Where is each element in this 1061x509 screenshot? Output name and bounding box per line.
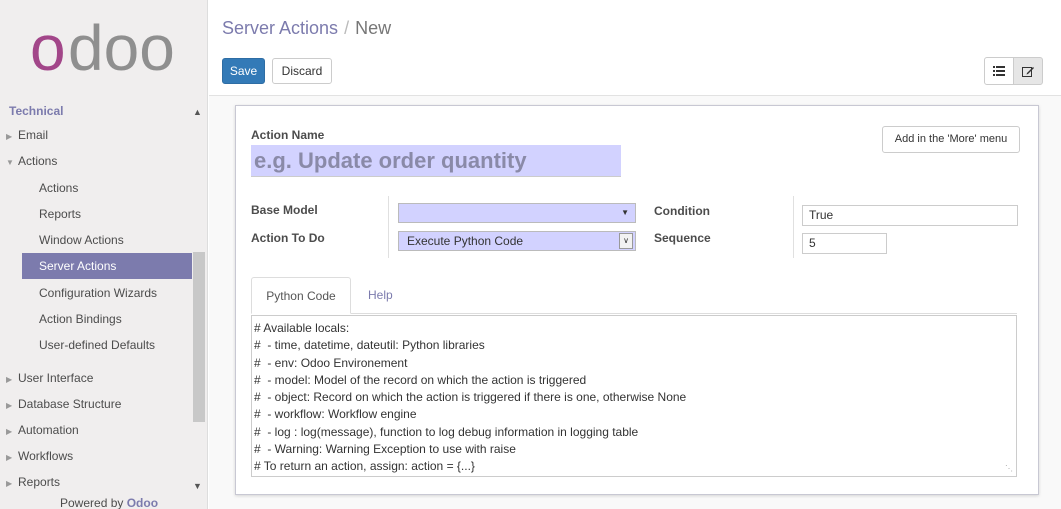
sidebar-item-label: User-defined Defaults	[39, 338, 156, 352]
code-line: # - workflow: Workflow engine	[254, 407, 417, 422]
action-name-input[interactable]	[251, 145, 621, 177]
code-line: # Available locals:	[254, 321, 350, 335]
sidebar-item-label: Automation	[18, 423, 79, 437]
sidebar-item-server-actions[interactable]: Server Actions	[22, 253, 192, 279]
sidebar-item-label: Reports	[18, 475, 61, 489]
sidebar-item-user-defined-defaults[interactable]: User-defined Defaults	[22, 332, 192, 358]
code-line: # - model: Model of the record on which …	[254, 372, 587, 387]
sidebar-item-label: Server Actions	[39, 259, 117, 273]
sidebar-item-user-interface[interactable]: ▶ User Interface	[6, 365, 192, 391]
code-line: # - env: Odoo Environement	[254, 355, 408, 370]
form-view-button[interactable]	[1013, 57, 1043, 85]
logo-letter-o: o	[30, 14, 66, 82]
python-code-editor[interactable]: # Available locals: # - time, datetime, …	[251, 315, 1017, 477]
list-icon	[993, 66, 1005, 76]
caret-down-icon: ▼	[6, 158, 14, 167]
code-line: # - object: Record on which the action i…	[254, 390, 687, 405]
tab-help[interactable]: Help	[354, 277, 407, 314]
code-line: # - Warning: Warning Exception to use wi…	[254, 442, 516, 457]
condition-label: Condition	[654, 204, 710, 218]
tab-python-code[interactable]: Python Code	[251, 277, 351, 314]
base-model-select[interactable]: ▼	[398, 203, 636, 223]
add-more-menu-button[interactable]: Add in the 'More' menu	[882, 126, 1020, 153]
sidebar: o doo Technical ▲ ▼ ▶ Email ▼ Actions Acti…	[0, 0, 208, 509]
sidebar-item-actions-sub[interactable]: Actions	[22, 175, 192, 201]
powered-by-text: Powered by	[60, 496, 124, 509]
sidebar-item-label: Action Bindings	[39, 312, 122, 326]
code-line: # To return an action, assign: action = …	[254, 459, 475, 474]
logo-letters-doo: doo	[68, 14, 175, 82]
breadcrumb-separator: /	[344, 18, 350, 38]
scroll-up-icon[interactable]: ▲	[193, 107, 202, 117]
breadcrumb-current: New	[355, 18, 392, 38]
code-line: # - log : log(message), function to log …	[254, 424, 639, 439]
sidebar-item-database-structure[interactable]: ▶ Database Structure	[6, 391, 192, 417]
sidebar-item-label: Database Structure	[18, 397, 122, 411]
breadcrumb-parent-link[interactable]: Server Actions	[222, 18, 338, 38]
field-divider	[388, 196, 389, 258]
sidebar-item-label: Actions	[18, 154, 58, 168]
caret-right-icon: ▶	[6, 427, 13, 436]
sidebar-item-automation[interactable]: ▶ Automation	[6, 417, 192, 443]
powered-by-link[interactable]: Odoo	[127, 496, 158, 509]
powered-by: Powered by Odoo	[60, 496, 158, 509]
sidebar-item-label: User Interface	[18, 371, 94, 385]
caret-right-icon: ▶	[6, 401, 13, 410]
action-to-do-value: Execute Python Code	[407, 234, 524, 248]
code-line: # - time, datetime, dateutil: Python lib…	[254, 338, 485, 353]
odoo-logo[interactable]: o doo	[30, 14, 180, 82]
action-name-label: Action Name	[251, 128, 325, 142]
menu-section-title[interactable]: Technical	[9, 104, 63, 118]
sidebar-item-reports[interactable]: ▶ Reports	[6, 469, 192, 495]
sidebar-item-action-bindings[interactable]: Action Bindings	[22, 306, 192, 332]
action-to-do-label: Action To Do	[251, 231, 325, 245]
base-model-label: Base Model	[251, 203, 318, 217]
discard-button[interactable]: Discard	[272, 58, 332, 84]
caret-right-icon: ▶	[6, 375, 13, 384]
sidebar-item-configuration-wizards[interactable]: Configuration Wizards	[22, 280, 192, 306]
dropdown-arrow-icon: ▼	[621, 208, 629, 217]
sidebar-item-label: Reports	[39, 207, 82, 221]
caret-right-icon: ▶	[6, 453, 13, 462]
caret-right-icon: ▶	[6, 132, 13, 141]
sidebar-item-label: Email	[18, 128, 49, 142]
sidebar-item-email[interactable]: ▶ Email	[6, 122, 192, 148]
save-button[interactable]: Save	[222, 58, 265, 84]
condition-input[interactable]: True	[802, 205, 1018, 226]
chevron-down-icon: ∨	[619, 233, 633, 249]
sidebar-item-label: Workflows	[18, 449, 74, 463]
sequence-label: Sequence	[654, 231, 711, 245]
sidebar-item-actions[interactable]: ▼ Actions	[6, 148, 192, 174]
sidebar-item-label: Configuration Wizards	[39, 286, 158, 300]
sidebar-item-reports-sub[interactable]: Reports	[22, 201, 192, 227]
sidebar-item-window-actions[interactable]: Window Actions	[22, 227, 192, 253]
resize-handle-icon[interactable]: ⋱	[1005, 464, 1013, 473]
action-to-do-select[interactable]: Execute Python Code ∨	[398, 231, 636, 251]
sidebar-item-workflows[interactable]: ▶ Workflows	[6, 443, 192, 469]
field-divider	[793, 196, 794, 258]
sidebar-item-label: Actions	[39, 181, 79, 195]
caret-right-icon: ▶	[6, 479, 13, 488]
sidebar-scrollbar[interactable]	[193, 252, 205, 422]
scroll-down-icon[interactable]: ▼	[193, 481, 202, 491]
breadcrumb: Server Actions / New	[222, 18, 391, 39]
sidebar-item-label: Window Actions	[39, 233, 124, 247]
sequence-input[interactable]: 5	[802, 233, 887, 254]
list-view-button[interactable]	[984, 57, 1014, 85]
edit-icon	[1022, 66, 1034, 77]
